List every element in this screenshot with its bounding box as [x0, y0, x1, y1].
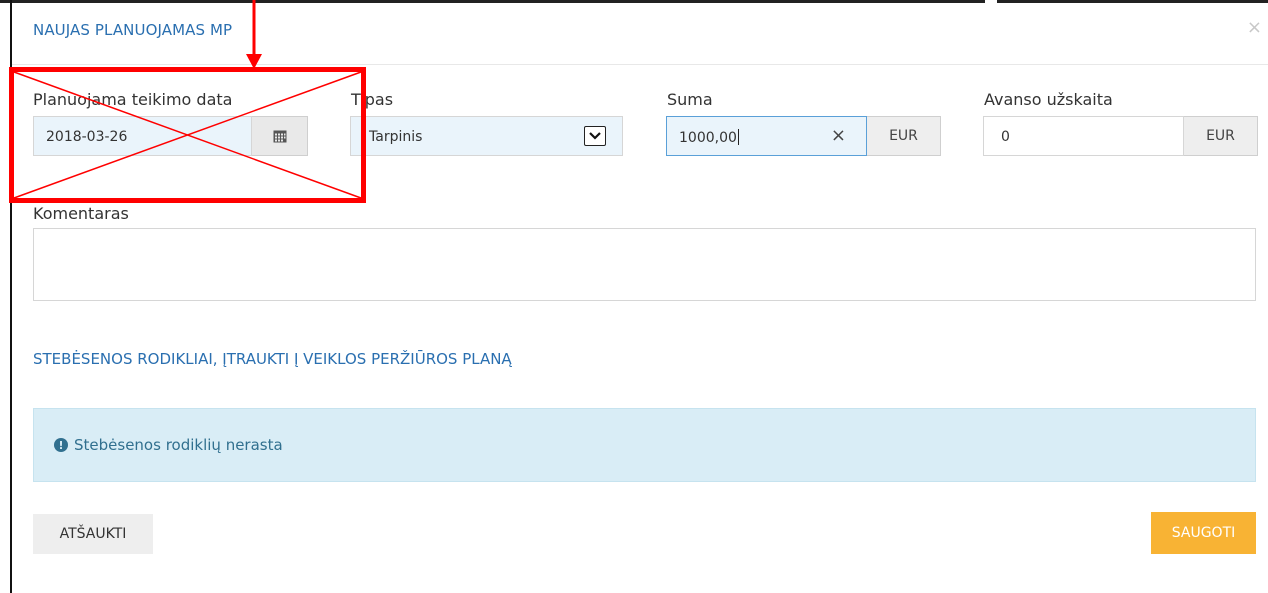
- type-select[interactable]: Tarpinis: [350, 116, 623, 156]
- annotation-box: [9, 67, 366, 203]
- sum-input-group: 1000,00 × EUR: [666, 116, 941, 156]
- comment-textarea[interactable]: [33, 228, 1256, 301]
- info-alert-content: ! Stebėsenos rodiklių nerasta: [54, 436, 283, 454]
- comment-label: Komentaras: [33, 204, 129, 223]
- clear-icon[interactable]: ×: [831, 125, 846, 146]
- modal-title: NAUJAS PLANUOJAMAS MP: [33, 21, 233, 39]
- sum-label: Suma: [667, 90, 713, 109]
- sum-currency: EUR: [867, 116, 941, 156]
- info-alert-message: Stebėsenos rodiklių nerasta: [74, 436, 283, 454]
- modal-header: NAUJAS PLANUOJAMAS MP ×: [12, 3, 1268, 65]
- cancel-button[interactable]: ATŠAUKTI: [33, 514, 153, 554]
- page: NAUJAS PLANUOJAMAS MP × Planuojama teiki…: [0, 0, 1268, 593]
- exclamation-circle-icon: !: [54, 438, 68, 452]
- close-icon[interactable]: ×: [1247, 17, 1262, 38]
- advance-input-group: 0 EUR: [983, 116, 1258, 156]
- save-button[interactable]: SAUGOTI: [1151, 512, 1256, 554]
- advance-currency: EUR: [1184, 116, 1258, 156]
- advance-label: Avanso užskaita: [984, 90, 1113, 109]
- info-alert: ! Stebėsenos rodiklių nerasta: [33, 408, 1256, 482]
- text-cursor: [737, 129, 739, 145]
- type-selected-value: Tarpinis: [369, 129, 423, 145]
- advance-input[interactable]: 0: [983, 116, 1184, 156]
- sum-input[interactable]: 1000,00 ×: [666, 116, 867, 156]
- sum-value: 1000,00: [679, 130, 737, 146]
- indicators-section-title: STEBĖSENOS RODIKLIAI, ĮTRAUKTI Į VEIKLOS…: [33, 350, 512, 368]
- chevron-down-icon: [584, 126, 606, 146]
